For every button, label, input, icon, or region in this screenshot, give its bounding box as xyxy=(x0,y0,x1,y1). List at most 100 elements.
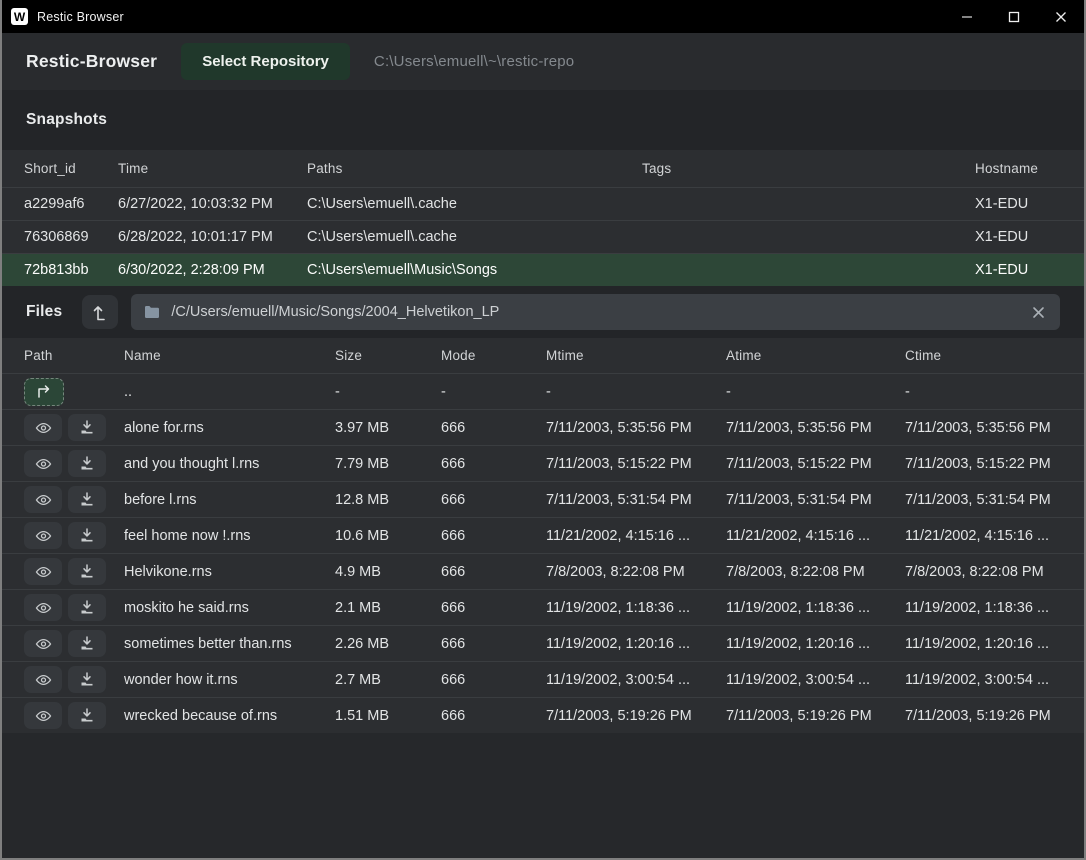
preview-button[interactable] xyxy=(24,594,62,621)
files-section-header: Files /C/Users/emuell/Music/Songs/2004_H… xyxy=(2,286,1084,338)
current-path-text: /C/Users/emuell/Music/Songs/2004_Helveti… xyxy=(171,304,1019,320)
repository-path: C:\Users\emuell\~\restic-repo xyxy=(374,53,574,70)
snapshot-row[interactable]: a2299af6 6/27/2022, 10:03:32 PM C:\Users… xyxy=(2,187,1084,220)
file-name: and you thought l.rns xyxy=(124,456,335,472)
file-size: 4.9 MB xyxy=(335,564,441,580)
eye-icon xyxy=(35,457,52,471)
file-row: alone for.rns 3.97 MB 666 7/11/2003, 5:3… xyxy=(2,409,1084,445)
file-mode: 666 xyxy=(441,600,546,616)
preview-button[interactable] xyxy=(24,702,62,729)
file-size: 7.79 MB xyxy=(335,456,441,472)
go-parent-button[interactable] xyxy=(24,378,64,406)
file-ctime: 7/11/2003, 5:19:26 PM xyxy=(905,708,1084,724)
download-icon xyxy=(79,564,95,579)
app-header: Restic-Browser Select Repository C:\User… xyxy=(2,33,1084,90)
column-header-mode: Mode xyxy=(441,348,546,363)
download-button[interactable] xyxy=(68,414,106,441)
maximize-button[interactable] xyxy=(990,0,1037,33)
download-button[interactable] xyxy=(68,558,106,585)
file-atime: 11/19/2002, 3:00:54 ... xyxy=(726,672,905,688)
file-mode: 666 xyxy=(441,456,546,472)
column-header-short-id: Short_id xyxy=(24,161,118,176)
window-title: Restic Browser xyxy=(37,10,124,24)
snapshots-section-header: Snapshots xyxy=(2,90,1084,150)
download-button[interactable] xyxy=(68,594,106,621)
file-name: alone for.rns xyxy=(124,420,335,436)
file-row: wrecked because of.rns 1.51 MB 666 7/11/… xyxy=(2,697,1084,733)
snapshot-time: 6/28/2022, 10:01:17 PM xyxy=(118,229,307,245)
file-atime: 11/19/2002, 1:20:16 ... xyxy=(726,636,905,652)
column-header-mtime: Mtime xyxy=(546,348,726,363)
file-mtime: 7/11/2003, 5:19:26 PM xyxy=(546,708,726,724)
snapshots-table-body: a2299af6 6/27/2022, 10:03:32 PM C:\Users… xyxy=(2,187,1084,286)
download-icon xyxy=(79,456,95,471)
title-bar[interactable]: W Restic Browser xyxy=(2,0,1084,33)
snapshot-short-id: 76306869 xyxy=(24,229,118,245)
download-button[interactable] xyxy=(68,522,106,549)
file-row: wonder how it.rns 2.7 MB 666 11/19/2002,… xyxy=(2,661,1084,697)
file-name: before l.rns xyxy=(124,492,335,508)
file-row: sometimes better than.rns 2.26 MB 666 11… xyxy=(2,625,1084,661)
file-mode: 666 xyxy=(441,492,546,508)
column-header-ctime: Ctime xyxy=(905,348,1084,363)
minimize-button[interactable] xyxy=(943,0,990,33)
file-name: moskito he said.rns xyxy=(124,600,335,616)
files-table-header: Path Name Size Mode Mtime Atime Ctime xyxy=(2,338,1084,373)
file-ctime: 7/11/2003, 5:31:54 PM xyxy=(905,492,1084,508)
download-icon xyxy=(79,420,95,435)
snapshot-short-id: a2299af6 xyxy=(24,196,118,212)
download-icon xyxy=(79,708,95,723)
column-header-time: Time xyxy=(118,161,307,176)
download-icon xyxy=(79,672,95,687)
download-button[interactable] xyxy=(68,630,106,657)
preview-button[interactable] xyxy=(24,414,62,441)
file-row: feel home now !.rns 10.6 MB 666 11/21/20… xyxy=(2,517,1084,553)
file-row: and you thought l.rns 7.79 MB 666 7/11/2… xyxy=(2,445,1084,481)
eye-icon xyxy=(35,673,52,687)
file-ctime: - xyxy=(905,384,1084,400)
file-atime: 7/11/2003, 5:31:54 PM xyxy=(726,492,905,508)
file-size: 3.97 MB xyxy=(335,420,441,436)
close-button[interactable] xyxy=(1037,0,1084,33)
preview-button[interactable] xyxy=(24,558,62,585)
file-size: 1.51 MB xyxy=(335,708,441,724)
file-name: wrecked because of.rns xyxy=(124,708,335,724)
parent-directory-row[interactable]: .. - - - - - xyxy=(2,373,1084,409)
file-ctime: 11/19/2002, 3:00:54 ... xyxy=(905,672,1084,688)
file-mtime: 11/19/2002, 1:18:36 ... xyxy=(546,600,726,616)
preview-button[interactable] xyxy=(24,450,62,477)
file-mtime: 7/11/2003, 5:31:54 PM xyxy=(546,492,726,508)
file-atime: 11/19/2002, 1:18:36 ... xyxy=(726,600,905,616)
download-button[interactable] xyxy=(68,702,106,729)
file-mode: - xyxy=(441,384,546,400)
clear-icon xyxy=(1032,306,1045,319)
download-button[interactable] xyxy=(68,666,106,693)
snapshot-row[interactable]: 72b813bb 6/30/2022, 2:28:09 PM C:\Users\… xyxy=(2,253,1084,286)
download-button[interactable] xyxy=(68,450,106,477)
file-mtime: 11/21/2002, 4:15:16 ... xyxy=(546,528,726,544)
download-button[interactable] xyxy=(68,486,106,513)
file-size: 12.8 MB xyxy=(335,492,441,508)
snapshots-table-header: Short_id Time Paths Tags Hostname xyxy=(2,150,1084,187)
snapshot-row[interactable]: 76306869 6/28/2022, 10:01:17 PM C:\Users… xyxy=(2,220,1084,253)
preview-button[interactable] xyxy=(24,630,62,657)
file-mode: 666 xyxy=(441,420,546,436)
app-logo-icon: W xyxy=(11,8,28,25)
up-level-button[interactable] xyxy=(82,295,118,329)
current-path-input[interactable]: /C/Users/emuell/Music/Songs/2004_Helveti… xyxy=(131,294,1060,330)
snapshot-paths: C:\Users\emuell\.cache xyxy=(307,229,642,245)
clear-path-button[interactable] xyxy=(1030,304,1047,321)
select-repository-button[interactable]: Select Repository xyxy=(181,43,350,80)
preview-button[interactable] xyxy=(24,666,62,693)
file-name: sometimes better than.rns xyxy=(124,636,335,652)
preview-button[interactable] xyxy=(24,486,62,513)
eye-icon xyxy=(35,421,52,435)
preview-button[interactable] xyxy=(24,522,62,549)
file-size: - xyxy=(335,384,441,400)
file-size: 2.26 MB xyxy=(335,636,441,652)
file-row: before l.rns 12.8 MB 666 7/11/2003, 5:31… xyxy=(2,481,1084,517)
eye-icon xyxy=(35,637,52,651)
download-icon xyxy=(79,528,95,543)
close-icon xyxy=(1055,11,1067,23)
file-mtime: - xyxy=(546,384,726,400)
